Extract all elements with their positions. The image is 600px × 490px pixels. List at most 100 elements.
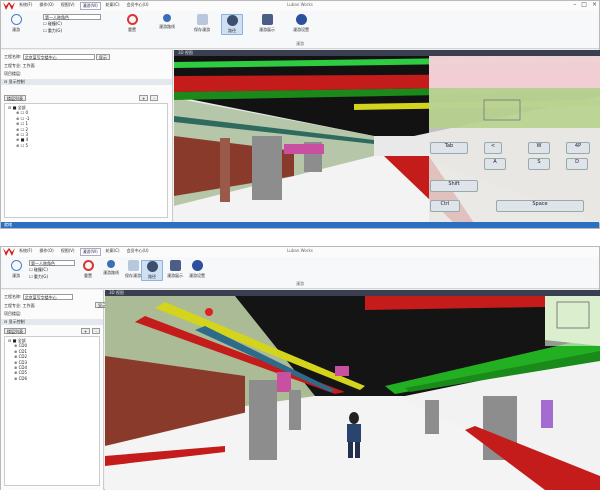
minimize-icon[interactable]: – — [573, 1, 576, 8]
key-ir[interactable]: 4P — [566, 142, 590, 154]
display-control-label: 显示控制 — [8, 79, 25, 84]
roam-label: 漫游 — [12, 27, 20, 32]
route-label: 漫游路线 — [159, 24, 175, 29]
window-title: Luban Works — [287, 248, 313, 253]
roam-settings-label: 漫游设置 — [189, 273, 205, 278]
project-name-field[interactable]: 北京某写字楼中心 — [22, 54, 95, 60]
roam-show-button[interactable]: 漫游展示 — [253, 14, 281, 33]
roam-settings-button[interactable]: 漫游设置 — [185, 260, 209, 279]
app-window-top: 系统(F) 操作(O) 视图(V) 漫游(W) 轮廓(C) 会员中心(U) Lu… — [0, 0, 600, 229]
character-select[interactable]: 第一人称角色 — [43, 14, 101, 20]
floor-list-button[interactable]: 楼层列表 — [4, 95, 26, 101]
path-button[interactable]: 路径 — [221, 14, 243, 35]
tree-item-label: 0 — [25, 110, 29, 116]
tree-item-label: 1 — [25, 121, 29, 127]
key-shift[interactable]: Shift — [430, 180, 478, 192]
tree-item-label: CD3 — [18, 359, 28, 365]
left-panel: 工程名称: 北京某写字楼中心 显示 工程专业: 工作面 项目楼层: ⊟ 显示控制… — [1, 50, 173, 223]
ribbon-group-label: 漫游 — [296, 281, 304, 286]
tree-item[interactable]: ⊕ ☐ 5 — [8, 143, 164, 148]
route-icon — [107, 260, 115, 268]
floor-list-button[interactable]: 楼层列表 — [4, 328, 26, 334]
key-d[interactable]: D — [566, 158, 588, 170]
character-select[interactable]: 第一人称角色 — [29, 260, 75, 266]
tree-item-label: CD5 — [18, 370, 28, 376]
collision-label: 碰撞(C) — [33, 267, 48, 272]
ribbon: 漫游 第一人称角色 ☐ 碰撞(C) ☐ 重力(G) 重置 漫游路线 保存漫游 路… — [1, 257, 599, 289]
display-control-label: 显示控制 — [8, 319, 25, 324]
save-roam-icon — [127, 260, 139, 271]
gear-icon — [295, 14, 307, 25]
project-spec-value: 工作面 — [22, 63, 35, 68]
scene-render — [174, 56, 600, 223]
roam-options: 第一人称角色 ☐ 碰撞(C) ☐ 重力(G) — [29, 260, 75, 280]
floor-remove-button[interactable]: - — [92, 328, 100, 334]
roam-label: 漫游 — [12, 273, 20, 278]
floor-add-button[interactable]: + — [81, 328, 91, 334]
roam-icon — [10, 260, 22, 271]
window-title: Luban Works — [287, 2, 313, 7]
tree-item-label: 2 — [25, 126, 29, 132]
reset-label: 重置 — [128, 27, 136, 32]
floor-tree: ⊟ ■ 全部 ⊕ ☐ 0 ⊕ ☐ -1 ⊕ ☐ 1 ⊕ ☐ 2 ⊕ ☐ 3 ⊕ … — [4, 103, 168, 218]
close-icon[interactable]: × — [592, 1, 597, 8]
route-label: 漫游路线 — [103, 270, 119, 275]
save-roam-label: 保存漫游 — [125, 273, 141, 278]
3d-viewport[interactable]: 3D 视图 Tab < W 4P A S D Shift Ctrl Space — [174, 50, 600, 223]
gravity-label: 重力(G) — [33, 274, 49, 279]
project-name-label: 工程名称: — [4, 54, 22, 59]
floor-remove-button[interactable]: - — [150, 95, 158, 101]
tree-item[interactable]: ⊕ CD6 — [8, 376, 96, 381]
save-roam-button[interactable]: 保存漫游 — [189, 14, 215, 33]
project-spec-value: 工作面 — [22, 303, 35, 308]
maximize-icon[interactable]: □ — [581, 1, 587, 8]
save-roam-label: 保存漫游 — [194, 27, 210, 32]
floor-list-tools: + - — [81, 328, 100, 334]
route-icon — [163, 14, 171, 22]
route-button[interactable]: 漫游路线 — [99, 260, 123, 276]
tree-item-label: CD2 — [18, 354, 28, 360]
project-floor-label: 项目楼层: — [4, 311, 22, 316]
scene-render — [105, 296, 600, 490]
tree-item-label: 3 — [25, 132, 29, 138]
title-bar: 系统(F) 操作(O) 视图(V) 漫游(W) 轮廓(C) 会员中心(U) Lu… — [1, 247, 599, 257]
roam-show-icon — [169, 260, 181, 271]
key-w[interactable]: W — [528, 142, 550, 154]
roam-show-button[interactable]: 漫游展示 — [163, 260, 187, 279]
roam-button[interactable]: 漫游 — [5, 260, 27, 279]
project-name-label: 工程名称: — [4, 294, 22, 299]
path-icon — [146, 261, 158, 272]
roam-settings-label: 漫游设置 — [293, 27, 309, 32]
tree-item-label: CD4 — [18, 365, 28, 371]
save-roam-icon — [196, 14, 208, 25]
reset-button[interactable]: 重置 — [77, 260, 99, 279]
title-bar: 系统(F) 操作(O) 视图(V) 漫游(W) 轮廓(C) 会员中心(U) Lu… — [1, 1, 599, 11]
roam-settings-button[interactable]: 漫游设置 — [287, 14, 315, 33]
key-s[interactable]: S — [528, 158, 550, 170]
key-tab[interactable]: Tab — [430, 142, 468, 154]
project-spec-label: 工程专业: — [4, 63, 22, 68]
roam-button[interactable]: 漫游 — [5, 14, 27, 33]
path-label: 路径 — [228, 28, 236, 33]
reset-icon — [82, 260, 94, 271]
route-button[interactable]: 漫游路线 — [153, 14, 181, 30]
project-floor-label: 项目楼层: — [4, 71, 22, 76]
key-ctrl[interactable]: Ctrl — [430, 200, 460, 212]
project-name-field[interactable]: 北京某写字楼中心 — [22, 294, 73, 300]
key-a[interactable]: A — [484, 158, 506, 170]
project-spec-label: 工程专业: — [4, 303, 22, 308]
roam-show-label: 漫游展示 — [259, 27, 275, 32]
reset-button[interactable]: 重置 — [121, 14, 143, 33]
floor-tree: ⊟ ■ 全部 ⊕ CD0 ⊕ CD1 ⊕ CD2 ⊕ CD3 ⊕ CD4 ⊕ C… — [4, 336, 100, 486]
floor-add-button[interactable]: + — [139, 95, 149, 101]
roam-options: 第一人称角色 ☐ 碰撞(C) ☐ 重力(G) — [43, 14, 101, 34]
floor-list-tools: + - — [139, 95, 158, 101]
key-space[interactable]: Space — [496, 200, 584, 212]
path-label: 路径 — [148, 274, 156, 279]
tree-item-label: CD6 — [18, 375, 28, 381]
tree-item-label: 5 — [25, 142, 29, 148]
project-show-button[interactable]: 显示 — [95, 54, 110, 60]
key-left-arrow[interactable]: < — [484, 142, 502, 154]
3d-viewport[interactable]: 3D 视图 — [105, 290, 600, 490]
path-button[interactable]: 路径 — [141, 260, 163, 281]
